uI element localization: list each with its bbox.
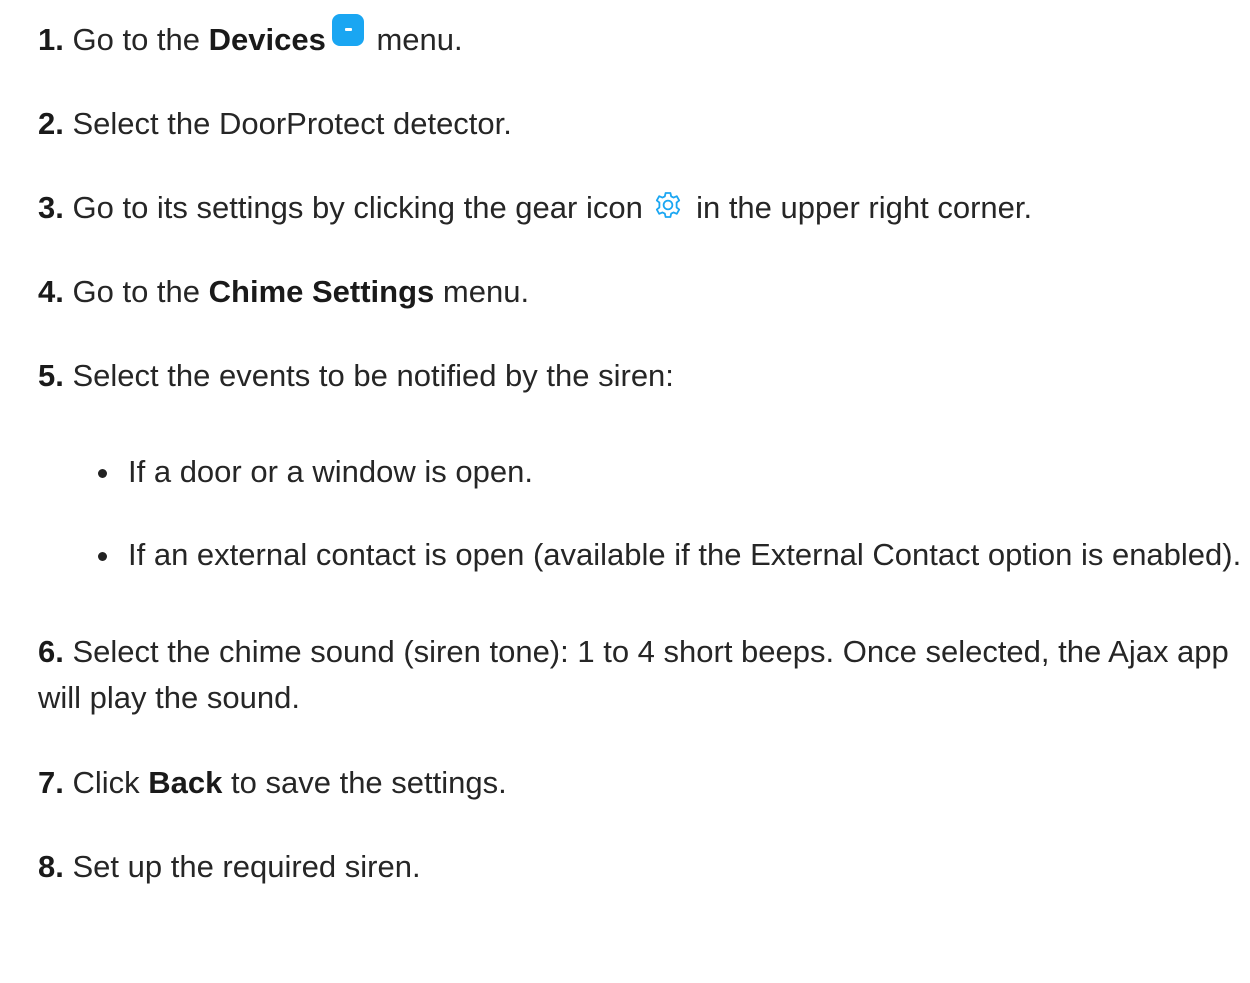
step-number: 8.: [38, 849, 64, 884]
step-text: Set up the required siren.: [72, 849, 421, 884]
step-text: to save the settings.: [231, 765, 507, 800]
step-number: 2.: [38, 106, 64, 141]
step-text: Select the DoorProtect detector.: [72, 106, 512, 141]
step-text: menu.: [442, 274, 530, 309]
step-text: Go to the: [72, 274, 201, 309]
step-text: menu.: [376, 22, 463, 57]
step-8: 8. Set up the required siren.: [38, 845, 1248, 889]
step-3: 3. Go to its settings by clicking the ge…: [38, 186, 1248, 230]
devices-icon: [331, 14, 364, 46]
step-text: Go to its settings by clicking the gear …: [72, 190, 643, 225]
step-number: 4.: [38, 274, 64, 309]
step-6: 6. Select the chime sound (siren tone): …: [38, 629, 1248, 721]
step-number: 5.: [38, 358, 64, 393]
event-list: If a door or a window is open. If an ext…: [38, 450, 1248, 577]
step-7: 7. Click Back to save the settings.: [38, 761, 1248, 805]
instructions: 1. Go to the Devices menu. 2. Select the…: [38, 14, 1248, 929]
step-2: 2. Select the DoorProtect detector.: [38, 102, 1248, 146]
step-text: Go to the: [72, 22, 201, 57]
step-number: 1.: [38, 22, 64, 57]
step-number: 6.: [38, 634, 64, 669]
step-text: Click: [72, 765, 140, 800]
devices-menu-label: Devices: [208, 22, 326, 57]
list-item: If a door or a window is open.: [98, 450, 1248, 494]
step-number: 3.: [38, 190, 64, 225]
step-5: 5. Select the events to be notified by t…: [38, 354, 1248, 398]
step-1: 1. Go to the Devices menu.: [38, 14, 1248, 62]
step-text: Select the events to be notified by the …: [72, 358, 674, 393]
list-item: If an external contact is open (availabl…: [98, 533, 1248, 577]
step-4: 4. Go to the Chime Settings menu.: [38, 270, 1248, 314]
step-text: in the upper right corner.: [696, 190, 1033, 225]
step-text: Select the chime sound (siren tone): 1 t…: [38, 634, 1229, 715]
step-number: 7.: [38, 765, 64, 800]
gear-icon: [656, 192, 681, 218]
chime-settings-label: Chime Settings: [208, 274, 435, 309]
back-label: Back: [148, 765, 223, 800]
